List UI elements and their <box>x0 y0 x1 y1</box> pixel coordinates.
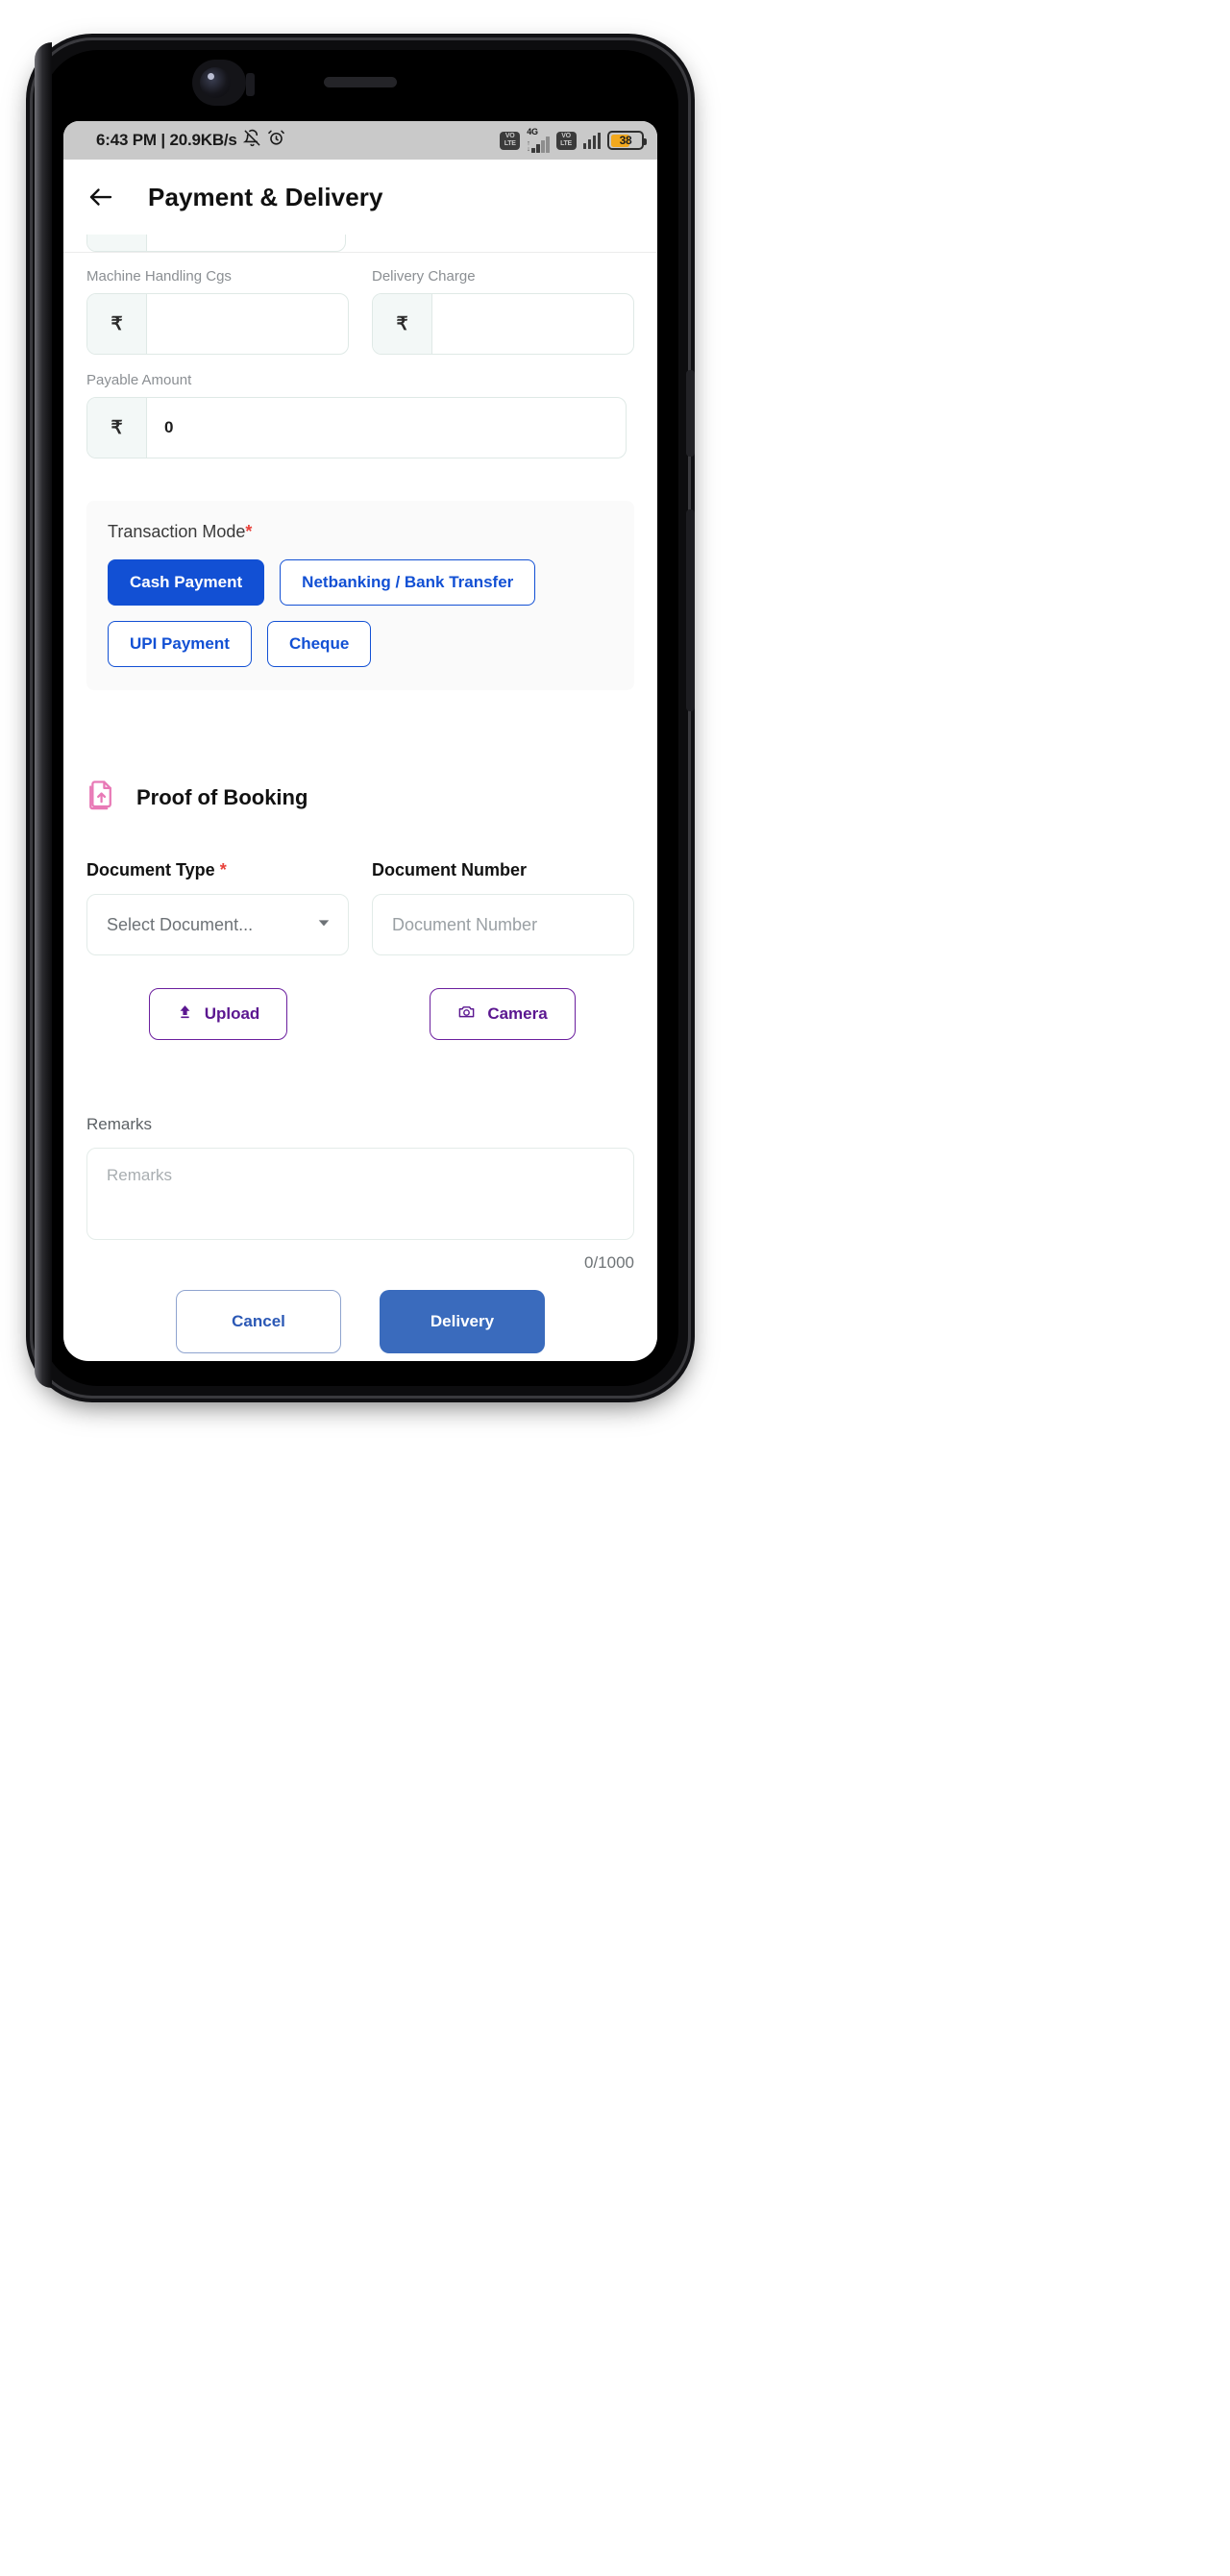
bell-off-icon <box>242 129 261 152</box>
remarks-placeholder: Remarks <box>107 1166 173 1184</box>
transaction-mode-card: Transaction Mode* Cash Payment Netbankin… <box>86 501 634 690</box>
phone-screen: 6:43 PM | 20.9KB/s VO LTE 4G ↑ ↓ VO LTE … <box>63 121 657 1361</box>
chevron-down-icon <box>315 914 332 936</box>
transaction-mode-text: Transaction Mode <box>108 522 246 541</box>
machine-handling-value <box>147 294 348 354</box>
cancel-button[interactable]: Cancel <box>176 1290 341 1353</box>
payable-amount-field: Payable Amount ₹ 0 <box>86 372 627 458</box>
back-arrow-icon[interactable] <box>86 183 115 211</box>
upload-button-wrap: Upload <box>86 988 350 1040</box>
camera-glint <box>208 73 214 80</box>
camera-icon <box>457 1003 476 1026</box>
required-asterisk: * <box>219 860 227 879</box>
rupee-symbol-icon: ₹ <box>87 294 147 354</box>
volte-icon-sim2: VO LTE <box>555 131 577 150</box>
status-time-speed: 6:43 PM | 20.9KB/s <box>96 131 237 149</box>
document-upload-icon <box>86 779 119 816</box>
proof-of-booking-section: Proof of Booking Document Type * Select … <box>63 779 657 955</box>
battery-percent-label: 38 <box>619 134 632 147</box>
machine-handling-label: Machine Handling Cgs <box>86 268 232 285</box>
document-number-label: Document Number <box>372 860 528 879</box>
delivery-button[interactable]: Delivery <box>380 1290 545 1353</box>
rupee-symbol-icon: ₹ <box>373 294 432 354</box>
proximity-sensor <box>246 73 255 96</box>
camera-button-wrap: Camera <box>371 988 634 1040</box>
power-button[interactable] <box>686 370 695 457</box>
camera-button-label: Camera <box>487 1004 548 1023</box>
required-asterisk: * <box>245 522 253 541</box>
payable-amount-value: 0 <box>164 418 174 436</box>
signal-bars-icon-sim2 <box>582 132 601 149</box>
upload-arrow-icon <box>177 1003 193 1025</box>
page-title: Payment & Delivery <box>148 182 383 211</box>
divider <box>63 252 657 253</box>
machine-handling-input[interactable]: ₹ <box>86 293 349 355</box>
document-type-select[interactable]: Select Document... <box>86 894 349 955</box>
mode-button-netbanking[interactable]: Netbanking / Bank Transfer <box>280 559 536 606</box>
payable-amount-row: Payable Amount ₹ 0 <box>63 372 657 458</box>
delivery-charge-field: Delivery Charge ₹ <box>372 268 634 355</box>
machine-handling-field: Machine Handling Cgs ₹ <box>86 268 349 355</box>
earpiece-speaker <box>324 77 397 87</box>
remarks-textarea[interactable]: Remarks <box>86 1148 634 1240</box>
document-type-text: Document Type <box>86 860 215 879</box>
status-bar: 6:43 PM | 20.9KB/s VO LTE 4G ↑ ↓ VO LTE … <box>63 121 657 160</box>
data-arrows-icon: ↑ ↓ <box>527 140 530 153</box>
document-number-placeholder: Document Number <box>392 914 538 934</box>
transaction-mode-row-1: Cash Payment Netbanking / Bank Transfer <box>108 559 613 606</box>
charges-row: Machine Handling Cgs ₹ Delivery Charge ₹ <box>63 268 657 355</box>
rupee-symbol-icon-clipped: ₹ <box>87 235 147 251</box>
payable-amount-input[interactable]: ₹ 0 <box>86 397 627 458</box>
transaction-mode-row-2: UPI Payment Cheque <box>108 621 613 667</box>
transaction-mode-label: Transaction Mode* <box>108 522 613 542</box>
mode-button-cash-payment[interactable]: Cash Payment <box>108 559 265 606</box>
mode-button-cheque[interactable]: Cheque <box>266 621 372 667</box>
battery-icon: 38 <box>607 131 647 150</box>
signal-group-sim1: 4G ↑ ↓ <box>527 127 550 153</box>
volte-line-2: LTE <box>504 140 516 147</box>
phone-edge-highlight <box>35 42 52 1388</box>
footer-actions: Cancel Delivery <box>63 1273 657 1353</box>
mode-button-upi-payment[interactable]: UPI Payment <box>108 621 252 667</box>
remarks-section: Remarks Remarks 0/1000 <box>63 1115 657 1273</box>
proof-of-booking-title: Proof of Booking <box>136 784 308 809</box>
remarks-label: Remarks <box>86 1115 153 1133</box>
rupee-symbol-icon: ₹ <box>87 398 147 458</box>
document-row: Document Type * Select Document... Docum… <box>86 860 634 955</box>
camera-button[interactable]: Camera <box>430 988 576 1040</box>
volte-icon-sim1: VO LTE <box>500 131 521 150</box>
volte2-line-2: LTE <box>560 140 572 147</box>
delivery-charge-input[interactable]: ₹ <box>372 293 634 355</box>
front-camera-icon <box>200 67 231 98</box>
signal-bars-icon-sim1 <box>531 136 550 153</box>
payable-amount-label: Payable Amount <box>86 372 192 388</box>
delivery-charge-label: Delivery Charge <box>372 268 476 285</box>
volume-button[interactable] <box>686 509 695 711</box>
document-type-field: Document Type * Select Document... <box>86 860 349 955</box>
volte-line-1: VO <box>504 132 515 139</box>
document-type-value: Select Document... <box>107 914 254 934</box>
document-type-label: Document Type * <box>86 860 349 880</box>
upload-button-label: Upload <box>204 1004 260 1023</box>
scroll-content[interactable]: ₹ Machine Handling Cgs ₹ Delivery Charge… <box>63 235 657 1353</box>
app-bar: Payment & Delivery <box>63 160 657 235</box>
delivery-charge-value <box>432 294 633 354</box>
clipped-field-above: ₹ <box>63 235 657 252</box>
document-number-input[interactable]: Document Number <box>372 894 634 955</box>
upload-button[interactable]: Upload <box>148 988 288 1040</box>
proof-of-booking-header: Proof of Booking <box>86 779 634 816</box>
clipped-field-value <box>147 235 345 251</box>
character-counter: 0/1000 <box>584 1253 634 1272</box>
document-number-field: Document Number Document Number <box>372 860 634 955</box>
network-type-label: 4G <box>527 127 538 136</box>
upload-actions-row: Upload Camera <box>63 988 657 1040</box>
volte2-line-1: VO <box>561 132 571 139</box>
alarm-clock-icon <box>267 129 285 152</box>
